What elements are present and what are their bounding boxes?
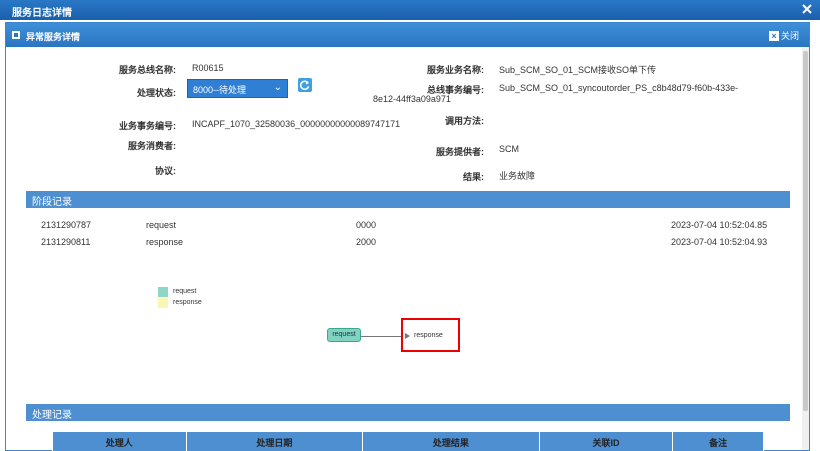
status-select[interactable]: 8000--待处理 ⌄ [187,79,288,98]
panel-scrollbar[interactable] [802,47,809,450]
stage-type: response [146,237,184,247]
consumer-label: 服务消费者: [128,141,176,151]
panel-titlebar: 异常服务详情 × 关闭 [6,23,809,47]
stage-section-header: 阶段记录 [26,191,790,208]
chevron-down-icon: ⌄ [273,82,282,93]
stage-type: request [146,220,177,230]
legend-swatch-response [158,298,168,308]
window-close-icon[interactable] [800,2,814,16]
biz-txn-label: 业务事务编号: [119,121,176,131]
service-name-value: Sub_SCM_SO_01_SCM接收SO单下传 [499,65,657,75]
close-icon: × [768,30,779,41]
column-header-handler: 处理人 [52,431,187,451]
process-section-header: 处理记录 [26,404,790,421]
legend-swatch-request [158,287,168,297]
column-header-result: 处理结果 [362,431,540,451]
panel-title: 异常服务详情 [26,32,81,42]
provider-label: 服务提供者: [436,147,484,157]
status-label: 处理状态: [137,88,176,98]
stage-id: 2131290811 [41,237,91,247]
panel-title-icon [12,31,20,39]
protocol-label: 协议: [155,166,176,176]
status-select-value: 8000--待处理 [193,85,247,95]
flow-edge [361,336,401,337]
bus-txn-value-line2: 8e12-44ff3a09a971 [373,94,451,104]
column-header-date: 处理日期 [185,431,364,451]
process-table-header: 处理人 处理日期 处理结果 关联ID 备注 [52,431,764,451]
legend-label-request: request [173,288,197,295]
bus-name-label: 服务总线名称: [119,65,176,75]
column-header-related-id: 关联ID [538,431,674,451]
column-header-remark: 备注 [672,431,764,451]
result-label: 结果: [463,172,484,182]
stage-code: 2000 [356,237,377,247]
scrollbar-thumb[interactable] [803,51,808,411]
flow-node-request[interactable]: request [327,328,361,342]
legend-label-response: response [173,299,202,306]
panel-close-label: 关闭 [780,31,799,41]
bus-name-value: R00615 [192,63,224,73]
stage-time: 2023-07-04 10:52:04.93 [671,237,768,247]
bus-txn-value-line1: Sub_SCM_SO_01_syncoutorder_PS_c8b48d79-f… [499,83,739,93]
window-titlebar: 服务日志详情 [0,0,820,20]
flow-node-response[interactable]: response [414,332,443,339]
service-name-label: 服务业务名称: [427,65,484,75]
stage-time: 2023-07-04 10:52:04.85 [671,220,768,230]
panel-close-button[interactable]: × 关闭 [768,29,799,42]
window-title: 服务日志详情 [12,8,72,19]
stage-id: 2131290787 [41,220,92,230]
provider-value: SCM [499,144,519,154]
refresh-icon[interactable] [298,78,312,92]
call-method-label: 调用方法: [445,116,484,126]
process-table: 处理人 处理日期 处理结果 关联ID 备注 [52,431,764,451]
stage-code: 0000 [356,220,377,230]
result-value: 业务故障 [499,171,536,181]
